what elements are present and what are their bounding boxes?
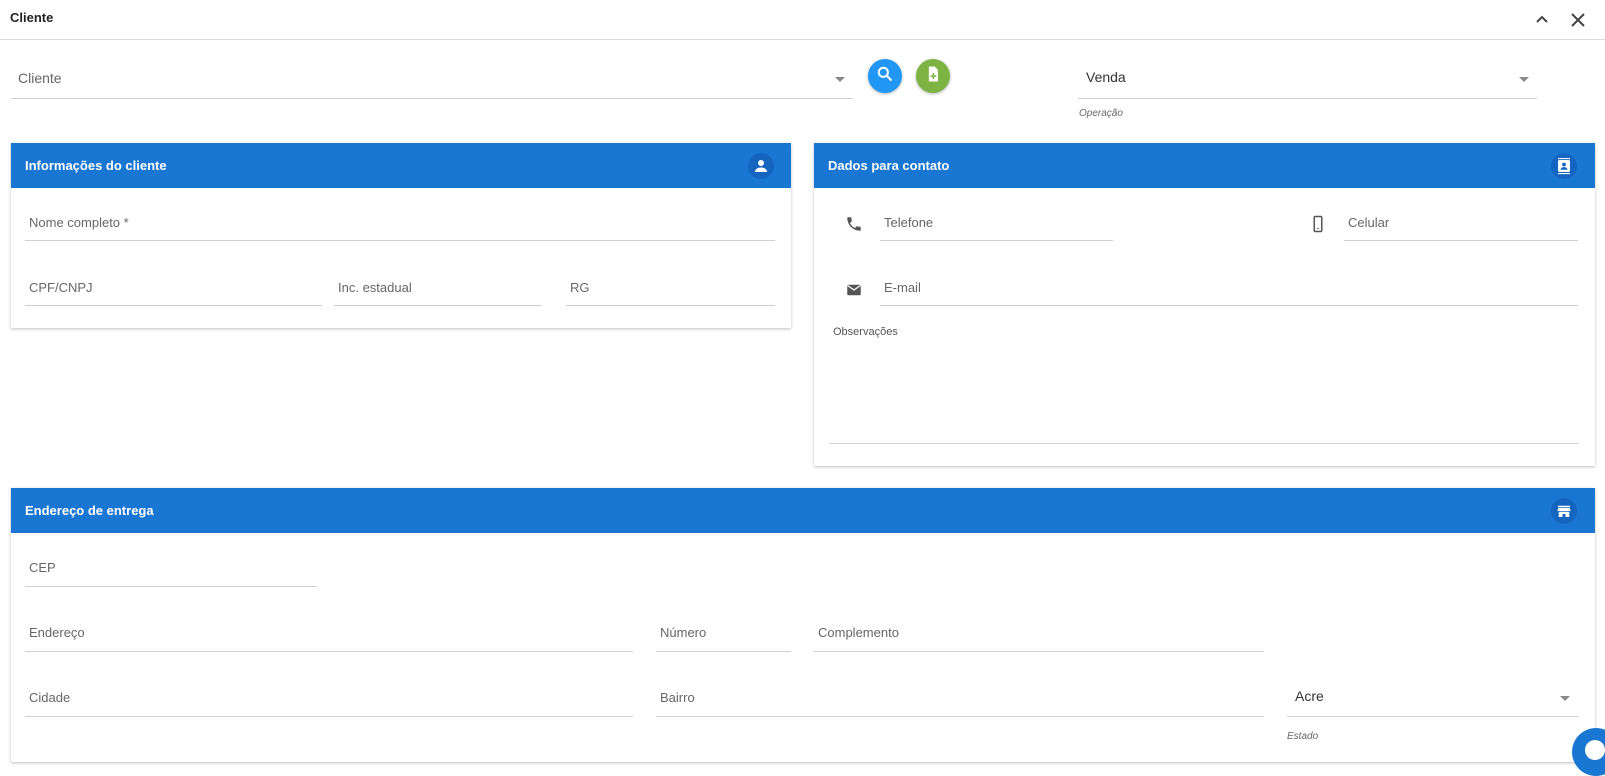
estado-hint: Estado: [1287, 731, 1319, 742]
celular-field[interactable]: Celular: [1344, 207, 1578, 241]
window-titlebar: Cliente: [0, 0, 1605, 40]
operacao-value: Venda: [1086, 69, 1126, 85]
chevron-down-icon: [1519, 77, 1529, 82]
contact-header: Dados para contato: [814, 143, 1595, 188]
email-field[interactable]: E-mail: [880, 272, 1578, 306]
search-client-button[interactable]: [868, 59, 902, 93]
observacoes-label: Observações: [833, 326, 898, 338]
complemento-field[interactable]: Complemento: [814, 617, 1264, 652]
contact-card-icon: [1551, 153, 1577, 179]
complemento-label: Complemento: [818, 625, 899, 640]
chat-icon: [1585, 740, 1605, 760]
rg-label: RG: [570, 280, 590, 295]
address-title: Endereço de entrega: [25, 503, 154, 518]
client-info-header: Informações do cliente: [11, 143, 791, 188]
window-title: Cliente: [10, 10, 54, 25]
numero-label: Número: [660, 625, 707, 640]
nome-completo-field[interactable]: Nome completo *: [25, 207, 775, 241]
estado-select[interactable]: Acre: [1287, 682, 1578, 717]
telefone-field[interactable]: Telefone: [880, 207, 1113, 241]
address-card: Endereço de entrega CEP Endereço Número …: [11, 488, 1595, 762]
new-document-icon: [923, 64, 943, 89]
email-label: E-mail: [884, 280, 921, 295]
telefone-label: Telefone: [884, 215, 934, 230]
cidade-field[interactable]: Cidade: [25, 682, 633, 717]
bairro-label: Bairro: [660, 690, 695, 705]
search-icon: [875, 64, 895, 89]
mobile-phone-icon: [1309, 215, 1327, 233]
operacao-hint: Operação: [1079, 108, 1123, 119]
inc-estadual-label: Inc. estadual: [338, 280, 412, 295]
observacoes-textarea[interactable]: Observações: [829, 326, 1579, 444]
contact-title: Dados para contato: [828, 158, 950, 173]
cpf-cnpj-label: CPF/CNPJ: [29, 280, 93, 295]
cep-label: CEP: [29, 560, 56, 575]
endereco-field[interactable]: Endereço: [25, 617, 633, 652]
celular-label: Celular: [1348, 215, 1390, 230]
inc-estadual-field[interactable]: Inc. estadual: [334, 272, 542, 306]
new-client-button[interactable]: [916, 59, 950, 93]
contact-card: Dados para contato Telefone Celular E-ma…: [814, 143, 1595, 466]
cep-field[interactable]: CEP: [25, 552, 317, 587]
nome-completo-label: Nome completo *: [29, 215, 129, 230]
bairro-field[interactable]: Bairro: [656, 682, 1264, 717]
store-icon: [1551, 498, 1577, 524]
email-icon: [845, 281, 863, 299]
chevron-up-icon[interactable]: [1530, 8, 1554, 32]
address-header: Endereço de entrega: [11, 488, 1595, 533]
close-icon[interactable]: [1566, 8, 1590, 32]
chevron-down-icon: [1560, 696, 1570, 701]
estado-value: Acre: [1295, 688, 1324, 704]
chevron-down-icon: [835, 77, 845, 82]
numero-field[interactable]: Número: [656, 617, 791, 652]
cidade-label: Cidade: [29, 690, 71, 705]
client-info-title: Informações do cliente: [25, 158, 167, 173]
cliente-select-placeholder: Cliente: [18, 70, 62, 86]
cliente-select[interactable]: Cliente: [11, 60, 853, 99]
rg-field[interactable]: RG: [566, 272, 775, 306]
client-info-card: Informações do cliente Nome completo * C…: [11, 143, 791, 328]
operacao-select[interactable]: Venda: [1078, 60, 1537, 99]
endereco-label: Endereço: [29, 625, 85, 640]
person-icon: [748, 153, 774, 179]
phone-icon: [845, 215, 863, 233]
cpf-cnpj-field[interactable]: CPF/CNPJ: [25, 272, 322, 306]
